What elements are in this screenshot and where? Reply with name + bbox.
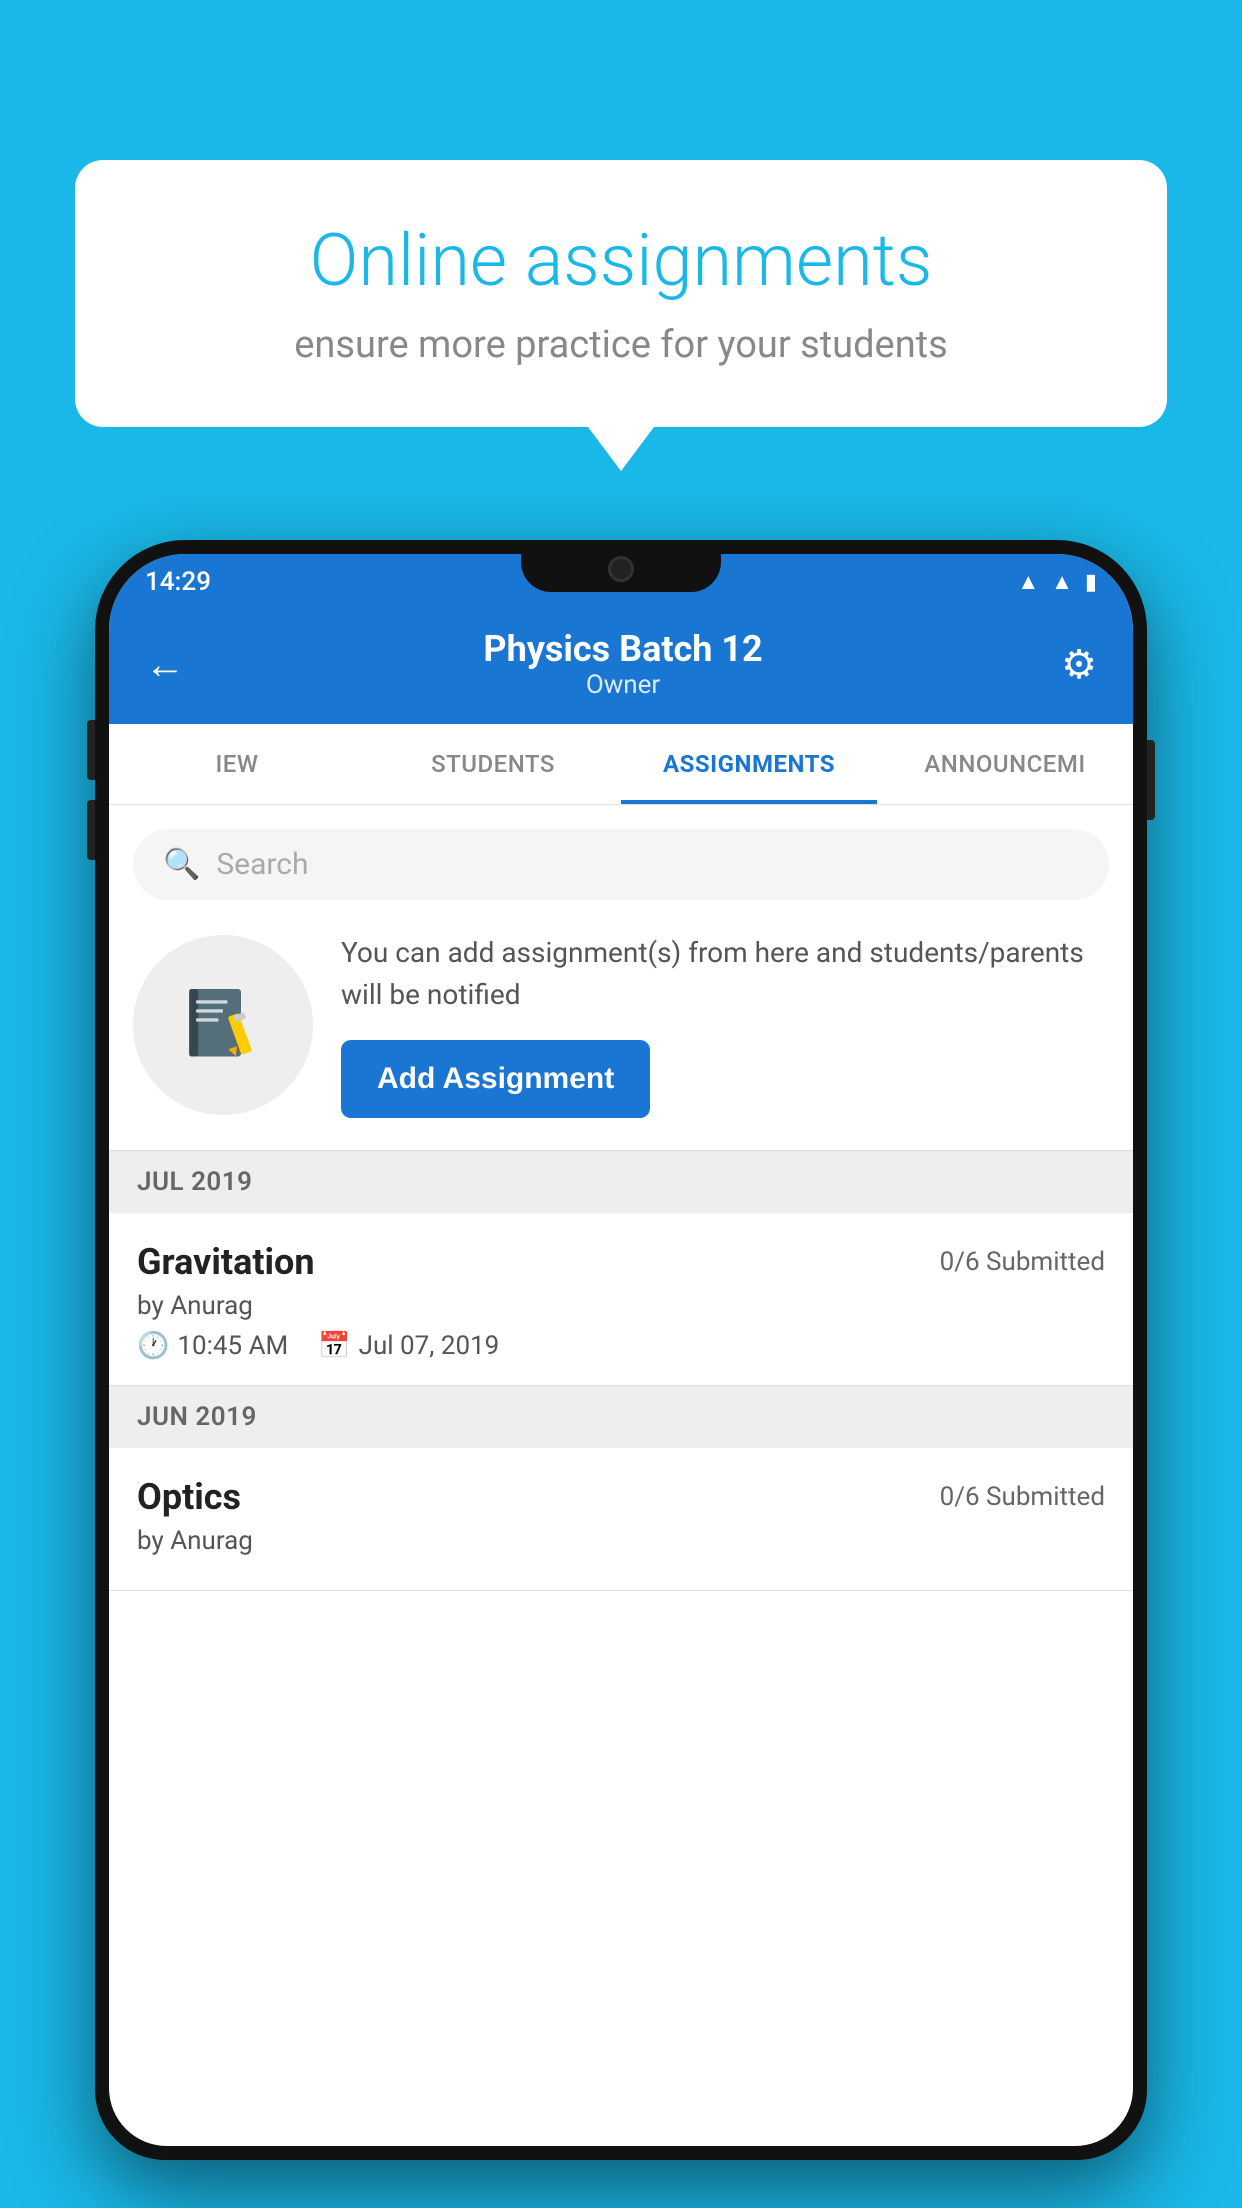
phone-screen: 14:29 ▲ ▲ ▮ ← Physics Batch 12 Owner ⚙ I… (109, 554, 1133, 2146)
month-header-jul: JUL 2019 (109, 1151, 1133, 1213)
assignment-author-gravitation: by Anurag (137, 1291, 1105, 1321)
add-assignment-promo: You can add assignment(s) from here and … (109, 900, 1133, 1151)
assignment-submitted-optics: 0/6 Submitted (940, 1482, 1105, 1512)
assignment-item-optics[interactable]: Optics 0/6 Submitted by Anurag (109, 1448, 1133, 1591)
assignment-time-text: 10:45 AM (177, 1331, 288, 1361)
assignment-date-text: Jul 07, 2019 (359, 1331, 500, 1361)
header-title: Physics Batch 12 (483, 628, 762, 670)
phone-notch (521, 540, 721, 592)
assignment-title-optics: Optics (137, 1476, 241, 1518)
month-header-jun: JUN 2019 (109, 1386, 1133, 1448)
header-subtitle: Owner (483, 670, 762, 700)
add-assignment-button[interactable]: Add Assignment (341, 1040, 650, 1118)
speech-bubble: Online assignments ensure more practice … (75, 160, 1167, 427)
assignment-row1-optics: Optics 0/6 Submitted (137, 1476, 1105, 1518)
phone-side-button-left-top (87, 720, 95, 780)
phone-side-button-left-bottom (87, 800, 95, 860)
header-title-block: Physics Batch 12 Owner (483, 628, 762, 700)
promo-text: You can add assignment(s) from here and … (341, 932, 1109, 1016)
phone-outer: 14:29 ▲ ▲ ▮ ← Physics Batch 12 Owner ⚙ I… (95, 540, 1147, 2160)
speech-bubble-container: Online assignments ensure more practice … (75, 160, 1167, 427)
signal-icon: ▲ (1051, 569, 1073, 595)
assignment-submitted-gravitation: 0/6 Submitted (940, 1247, 1105, 1277)
assignment-author-optics: by Anurag (137, 1526, 1105, 1556)
promo-right: You can add assignment(s) from here and … (341, 932, 1109, 1118)
settings-button[interactable]: ⚙ (1061, 641, 1097, 688)
status-time: 14:29 (145, 567, 211, 597)
clock-icon: 🕐 (137, 1331, 169, 1361)
notebook-icon (178, 980, 268, 1070)
phone-side-button-right (1147, 740, 1155, 820)
search-icon: 🔍 (163, 847, 200, 882)
tab-bar: IEW STUDENTS ASSIGNMENTS ANNOUNCEMI (109, 724, 1133, 805)
speech-bubble-title: Online assignments (145, 220, 1097, 303)
tab-iew[interactable]: IEW (109, 724, 365, 804)
back-button[interactable]: ← (145, 641, 185, 688)
assignment-time-gravitation: 🕐 10:45 AM (137, 1331, 288, 1361)
assignment-date-gravitation: 📅 Jul 07, 2019 (318, 1331, 499, 1361)
assignment-row1: Gravitation 0/6 Submitted (137, 1241, 1105, 1283)
status-icons: ▲ ▲ ▮ (1017, 569, 1097, 595)
phone-camera (608, 556, 634, 582)
calendar-icon: 📅 (318, 1331, 350, 1361)
promo-icon-circle (133, 935, 313, 1115)
tab-assignments[interactable]: ASSIGNMENTS (621, 724, 877, 804)
assignment-meta-gravitation: 🕐 10:45 AM 📅 Jul 07, 2019 (137, 1331, 1105, 1361)
search-placeholder: Search (216, 847, 308, 882)
screen-content: 🔍 Search (109, 805, 1133, 1591)
tab-students[interactable]: STUDENTS (365, 724, 621, 804)
assignment-item-gravitation[interactable]: Gravitation 0/6 Submitted by Anurag 🕐 10… (109, 1213, 1133, 1386)
wifi-icon: ▲ (1017, 569, 1039, 595)
phone-container: 14:29 ▲ ▲ ▮ ← Physics Batch 12 Owner ⚙ I… (95, 540, 1147, 2208)
battery-icon: ▮ (1085, 570, 1097, 595)
assignment-title-gravitation: Gravitation (137, 1241, 315, 1283)
app-header: ← Physics Batch 12 Owner ⚙ (109, 610, 1133, 724)
tab-announcements[interactable]: ANNOUNCEMI (877, 724, 1133, 804)
speech-bubble-subtitle: ensure more practice for your students (145, 323, 1097, 367)
search-bar[interactable]: 🔍 Search (133, 829, 1109, 900)
